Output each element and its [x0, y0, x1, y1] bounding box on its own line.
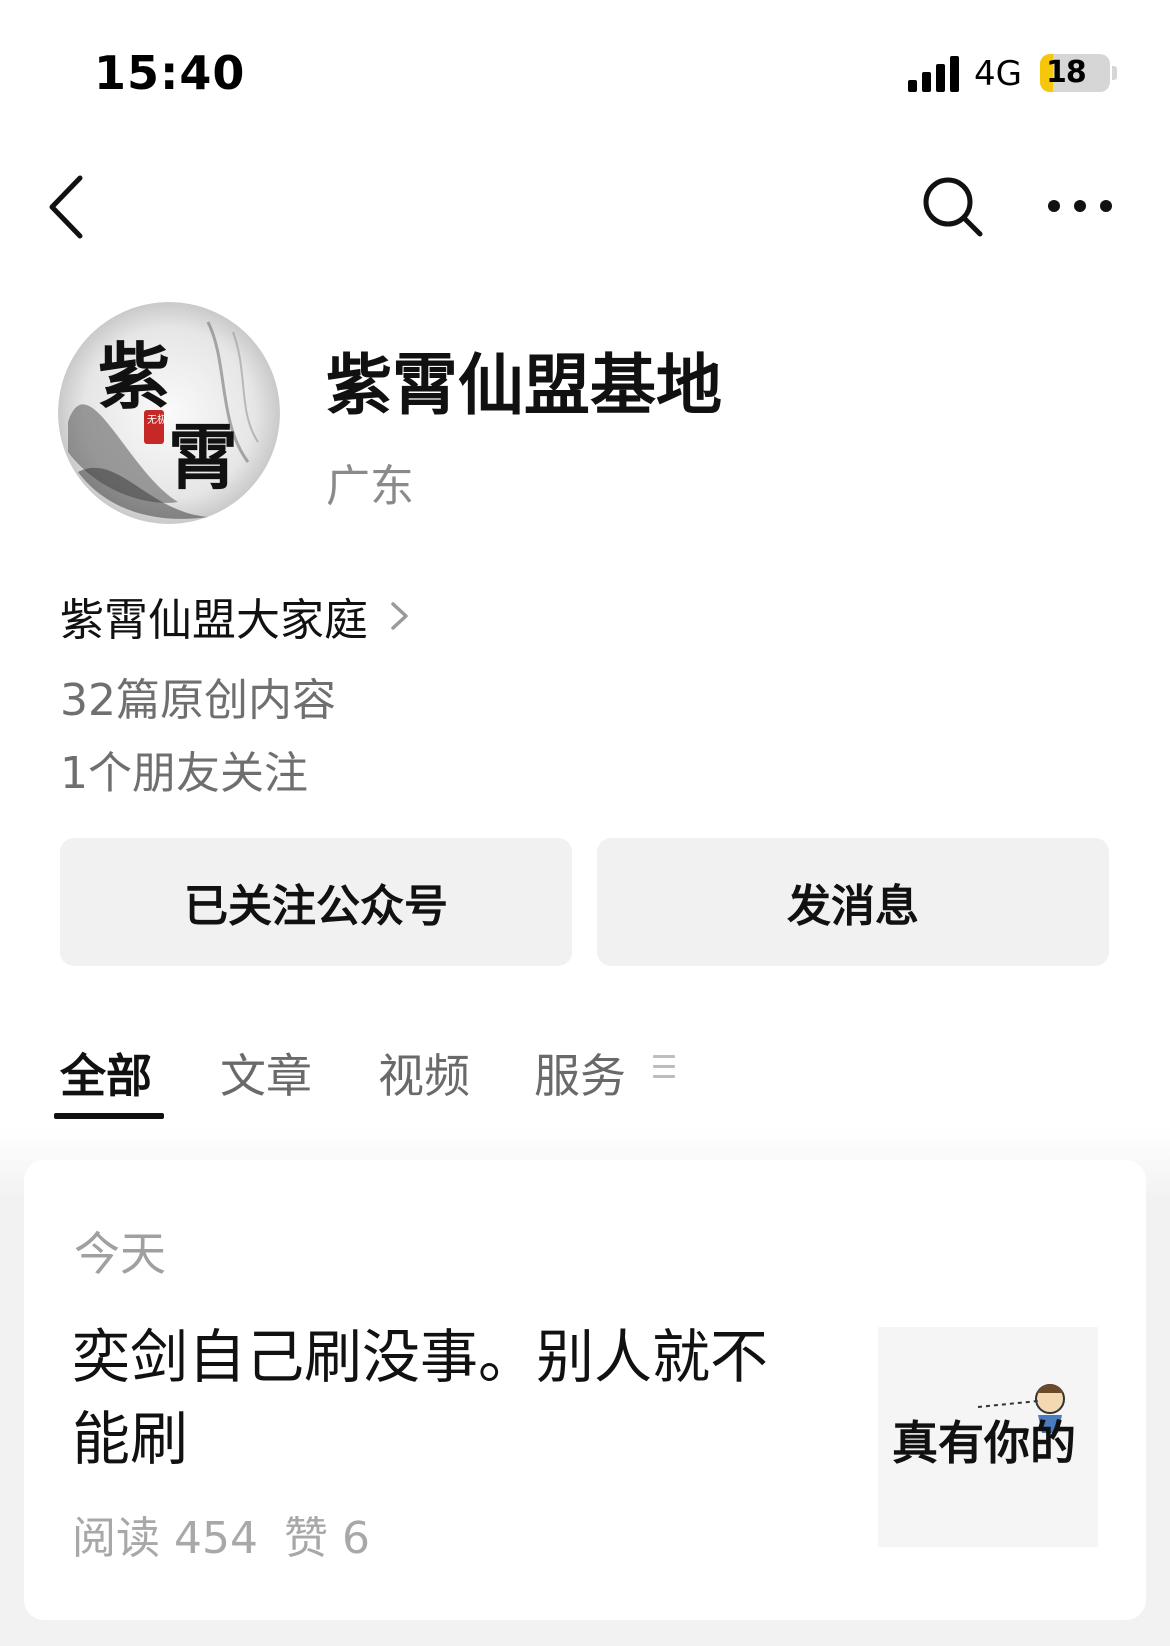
more-horizontal-icon	[1048, 200, 1112, 212]
chevron-left-icon	[49, 175, 83, 239]
original-content-count[interactable]: 32篇原创内容	[60, 664, 336, 728]
tab-articles[interactable]: 文章	[220, 1040, 312, 1106]
battery-level: 18	[1046, 55, 1087, 90]
svg-text:霄: 霄	[168, 416, 238, 499]
battery-icon: 18	[1040, 54, 1110, 92]
battery-tip	[1112, 66, 1117, 80]
thumbnail-text: 真有你的	[892, 1416, 1076, 1470]
ink-wash-logo-icon: 紫 霄 无极	[58, 302, 280, 524]
tab-videos[interactable]: 视频	[378, 1040, 470, 1106]
search-button[interactable]	[918, 172, 988, 242]
account-name: 紫霄仙盟基地	[326, 347, 722, 424]
search-icon	[923, 177, 983, 237]
followed-button[interactable]: 已关注公众号	[60, 838, 572, 966]
tab-all[interactable]: 全部	[60, 1040, 152, 1106]
entity-link[interactable]: 紫霄仙盟大家庭	[60, 588, 414, 646]
article-card[interactable]: 今天 奕剑自己刷没事。别人就不能刷 阅读 454 赞 6 真有你的	[24, 1160, 1146, 1620]
read-count: 阅读 454	[72, 1513, 258, 1564]
profile-page: 15:40 4G 18 紫 霄 无极 紫霄仙盟基地 广东 紫霄仙盟大家庭 32篇…	[0, 0, 1170, 1646]
more-button[interactable]	[1046, 186, 1116, 226]
friends-follow-count[interactable]: 1个朋友关注	[60, 737, 308, 801]
avatar-seal: 无极	[147, 413, 167, 426]
like-count: 赞 6	[283, 1513, 370, 1564]
menu-icon[interactable]	[653, 1055, 675, 1081]
article-stats: 阅读 454 赞 6	[72, 1502, 396, 1566]
account-region: 广东	[326, 461, 414, 512]
send-message-button[interactable]: 发消息	[597, 838, 1109, 966]
thumbnail-image: 真有你的	[878, 1327, 1098, 1547]
chevron-right-icon	[391, 602, 408, 630]
feed-date: 今天	[74, 1227, 166, 1281]
network-type: 4G	[974, 54, 1022, 94]
entity-name: 紫霄仙盟大家庭	[60, 595, 368, 646]
tab-active-indicator	[54, 1113, 164, 1119]
svg-text:紫: 紫	[98, 334, 170, 419]
article-title[interactable]: 奕剑自己刷没事。别人就不能刷	[72, 1316, 792, 1480]
back-button[interactable]	[40, 170, 100, 240]
status-bar: 15:40 4G 18	[0, 0, 1170, 150]
signal-icon	[908, 56, 960, 92]
tab-services[interactable]: 服务	[534, 1040, 626, 1106]
avatar[interactable]: 紫 霄 无极	[58, 302, 280, 524]
article-thumbnail[interactable]: 真有你的	[878, 1327, 1098, 1547]
status-time: 15:40	[94, 46, 246, 100]
